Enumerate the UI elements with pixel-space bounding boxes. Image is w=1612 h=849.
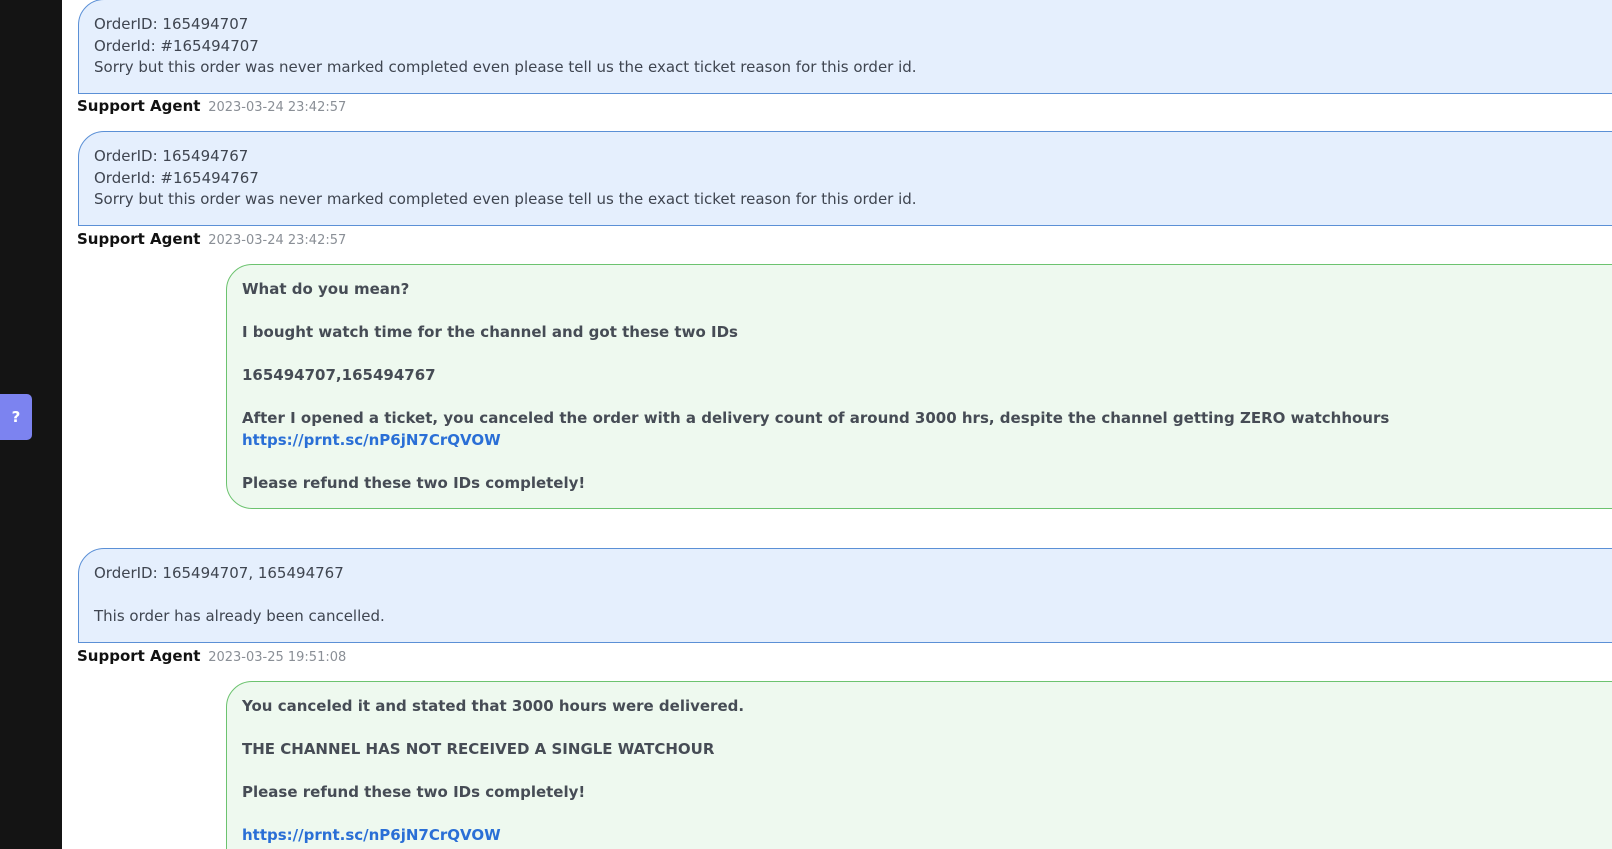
message-line: This order has already been cancelled. <box>94 607 385 625</box>
message-line: OrderID: 165494767 <box>94 147 249 165</box>
message-author: Support Agent <box>77 97 201 115</box>
agent-message: OrderID: 165494707 OrderId: #165494707 S… <box>78 0 1612 94</box>
message-line: 165494707,165494767 <box>242 366 436 384</box>
message-line: Sorry but this order was never marked co… <box>94 190 917 208</box>
message-timestamp: 2023-03-25 19:51:08 <box>208 650 347 665</box>
message-line: Please refund these two IDs completely! <box>242 473 586 492</box>
message-line: OrderId: #165494767 <box>94 168 259 187</box>
screenshot-link[interactable]: https://prnt.sc/nP6jN7CrQVOW <box>242 430 1612 452</box>
message-line: OrderID: 165494707 <box>94 15 249 33</box>
message-line: You canceled it and stated that 3000 hou… <box>242 697 745 715</box>
help-button[interactable]: ? <box>0 394 32 440</box>
user-message: What do you mean? I bought watch time fo… <box>226 264 1612 509</box>
message-line: Please refund these two IDs completely! <box>242 783 586 801</box>
message-line: Sorry but this order was never marked co… <box>94 58 917 76</box>
message-author: Support Agent <box>77 230 201 248</box>
message-line: After I opened a ticket, you canceled th… <box>242 409 1390 427</box>
agent-message: OrderID: 165494767 OrderId: #165494767 S… <box>78 131 1612 226</box>
message-line: I bought watch time for the channel and … <box>242 323 738 341</box>
message-line: OrderId: #165494707 <box>94 36 259 55</box>
message-timestamp: 2023-03-24 23:42:57 <box>208 100 347 115</box>
message-line: OrderID: 165494707, 165494767 <box>94 564 344 582</box>
ticket-conversation: OrderID: 165494707 OrderId: #165494707 S… <box>62 0 1612 849</box>
message-line: THE CHANNEL HAS NOT RECEIVED A SINGLE WA… <box>242 740 715 758</box>
message-meta: Support Agent 2023-03-25 19:51:08 <box>77 647 346 667</box>
message-timestamp: 2023-03-24 23:42:57 <box>208 233 347 248</box>
user-message: You canceled it and stated that 3000 hou… <box>226 681 1612 849</box>
message-meta: Support Agent 2023-03-24 23:42:57 <box>77 97 346 117</box>
agent-message: OrderID: 165494707, 165494767 This order… <box>78 548 1612 643</box>
message-author: Support Agent <box>77 647 201 665</box>
message-line: What do you mean? <box>242 280 410 298</box>
message-meta: Support Agent 2023-03-24 23:42:57 <box>77 230 346 250</box>
screenshot-link[interactable]: https://prnt.sc/nP6jN7CrQVOW <box>242 825 1612 847</box>
